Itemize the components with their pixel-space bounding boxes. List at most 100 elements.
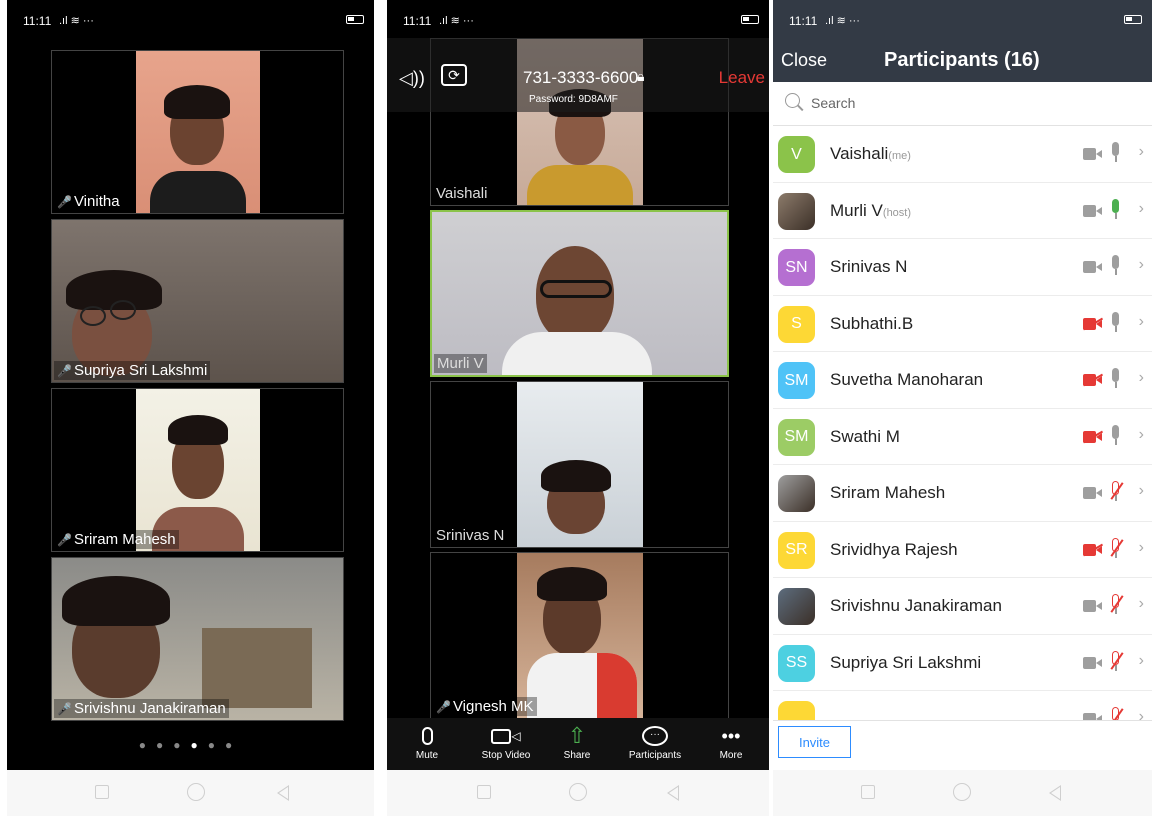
microphone-icon [1110,368,1121,390]
microphone-icon [1110,255,1121,277]
invite-button[interactable]: Invite [778,726,851,758]
mute-button[interactable]: Mute [405,722,449,761]
participant-row[interactable]: SS Supriya Sri Lakshmi › [773,635,1152,691]
active-speaker-tile[interactable]: Murli V [430,210,729,377]
page-title: Participants (16) [884,49,1040,71]
video-off-icon [1082,317,1104,330]
mic-muted-icon [1110,481,1124,503]
video-tile[interactable]: 🎤 Vinitha [51,50,344,214]
video-camera-icon [1083,261,1102,273]
meeting-top-bar: ◁)) ⟳ 731-3333-6600 🔒︎ Password: 9D8AMF … [387,38,769,112]
signal-icon: .ıl ≋ ··· [59,15,94,27]
switch-camera-icon[interactable]: ⟳ [441,64,467,86]
video-camera-icon [1083,204,1102,217]
microphone-icon [1110,142,1121,164]
chevron-right-icon: › [1138,369,1144,386]
home-icon[interactable] [953,783,971,801]
participant-row[interactable]: SN Srinivas N › [773,239,1152,296]
video-off-icon [1082,543,1104,556]
lock-icon: 🔒︎ [637,68,645,84]
video-tile[interactable]: Srinivas N [430,381,729,548]
video-camera-icon [1083,487,1102,499]
video-tile[interactable]: 🎤 Vignesh MK [430,552,729,719]
participant-name: Srividhya Rajesh [830,539,958,559]
video-off-icon [1082,373,1104,387]
android-nav-bar [773,770,1152,816]
avatar [778,475,815,512]
participant-name: Sriram Mahesh [830,483,946,502]
video-tile[interactable]: 🎤 Sriram Mahesh [51,388,344,552]
chevron-right-icon: › [1138,708,1144,720]
status-time: 11:11 [23,14,52,28]
participant-name-label: 🎤 Supriya Sri Lakshmi [54,361,211,380]
signal-icon: .ıl ≋ ··· [825,15,860,27]
search-bar[interactable]: Search [773,82,1152,126]
avatar: SN [778,249,815,286]
back-icon[interactable] [277,785,289,801]
participant-row[interactable]: SM Swathi M › [773,409,1152,465]
chevron-right-icon: › [1138,482,1144,499]
video-feed [136,389,260,551]
status-time: 11:11 [403,14,432,28]
page-indicator[interactable]: ●●●●●● [7,738,374,752]
more-button[interactable]: ••• More [711,722,751,762]
signal-icon: .ıl ≋ ··· [439,15,474,27]
speaker-icon[interactable]: ◁)) [399,68,425,89]
participant-name: Supriya Sri Lakshmi [830,652,982,672]
chevron-right-icon: › [1138,312,1144,330]
android-nav-bar [387,770,769,816]
avatar: SM [778,418,815,456]
mic-muted-icon [1110,594,1124,616]
participant-row[interactable]: SR Srividhya Rajesh › [773,522,1152,578]
participant-role-tag: (me) [888,150,911,162]
status-bar: 11:11 .ıl ≋ ··· [7,0,374,30]
home-icon[interactable] [569,783,587,801]
invite-bar: Invite [773,720,1152,770]
leave-button[interactable]: Leave [719,68,765,88]
video-feed [136,51,260,213]
participant-row[interactable]: Srivishnu Janakiraman › [773,578,1152,635]
gallery-view-screen: 11:11 .ıl ≋ ··· 🎤 Vinitha 🎤 Supriya Sri La… [7,0,374,816]
participants-button[interactable]: ··· Participants [619,722,691,761]
recents-icon[interactable] [861,785,875,799]
video-tile[interactable]: 🎤 Srivishnu Janakiraman [51,557,344,721]
participant-name-label: 🎤 Vignesh MK [433,697,537,716]
avatar [778,192,815,230]
avatar: S [778,305,815,343]
participant-name-label: Murli V [434,354,487,373]
search-input[interactable]: Search [811,95,855,111]
close-button[interactable]: Close [781,50,827,71]
participant-name: Murli V(host) [830,200,912,220]
chevron-right-icon: › [1138,199,1144,217]
battery-icon [741,15,759,24]
avatar [778,588,815,625]
recents-icon[interactable] [95,785,109,799]
participant-name: Srinivas N [830,257,908,276]
status-time: 11:11 [789,14,818,28]
mic-muted-icon [1110,707,1124,720]
mic-muted-icon: 🎤 [436,700,451,714]
home-icon[interactable] [187,783,205,801]
share-button[interactable]: ⇧ Share [555,722,599,761]
meeting-view-screen: 11:11 .ıl ≋ ··· ◁)) ⟳ 731-3333-6600 🔒︎ P… [387,0,769,816]
participant-name: Suvetha Manoharan [830,370,984,389]
participant-row[interactable]: SM Suvetha Manoharan › [773,352,1152,409]
participant-row[interactable]: › [773,691,1152,720]
video-camera-icon [1083,148,1102,160]
microphone-icon [405,722,449,750]
meeting-password: Password: 9D8AMF [529,94,618,105]
recents-icon[interactable] [477,785,491,799]
participant-name-label: Srinivas N [433,526,508,545]
back-icon[interactable] [1049,785,1061,801]
participant-row[interactable]: Sriram Mahesh › [773,465,1152,522]
participant-row[interactable]: V Vaishali(me) › [773,126,1152,183]
avatar: SR [778,531,815,569]
participant-name: Srivishnu Janakiraman [830,596,1002,615]
participant-row[interactable]: S Subhathi.B › [773,296,1152,352]
back-icon[interactable] [667,785,679,801]
participant-row[interactable]: Murli V(host) › [773,183,1152,239]
stop-video-button[interactable]: ◁ Stop Video [471,722,541,761]
video-tile[interactable]: 🎤 Supriya Sri Lakshmi [51,219,344,383]
participants-header: 11:11 .ıl ≋ ··· Close Participants (16) [773,0,1152,82]
participant-name-label: 🎤 Vinitha [54,192,123,211]
